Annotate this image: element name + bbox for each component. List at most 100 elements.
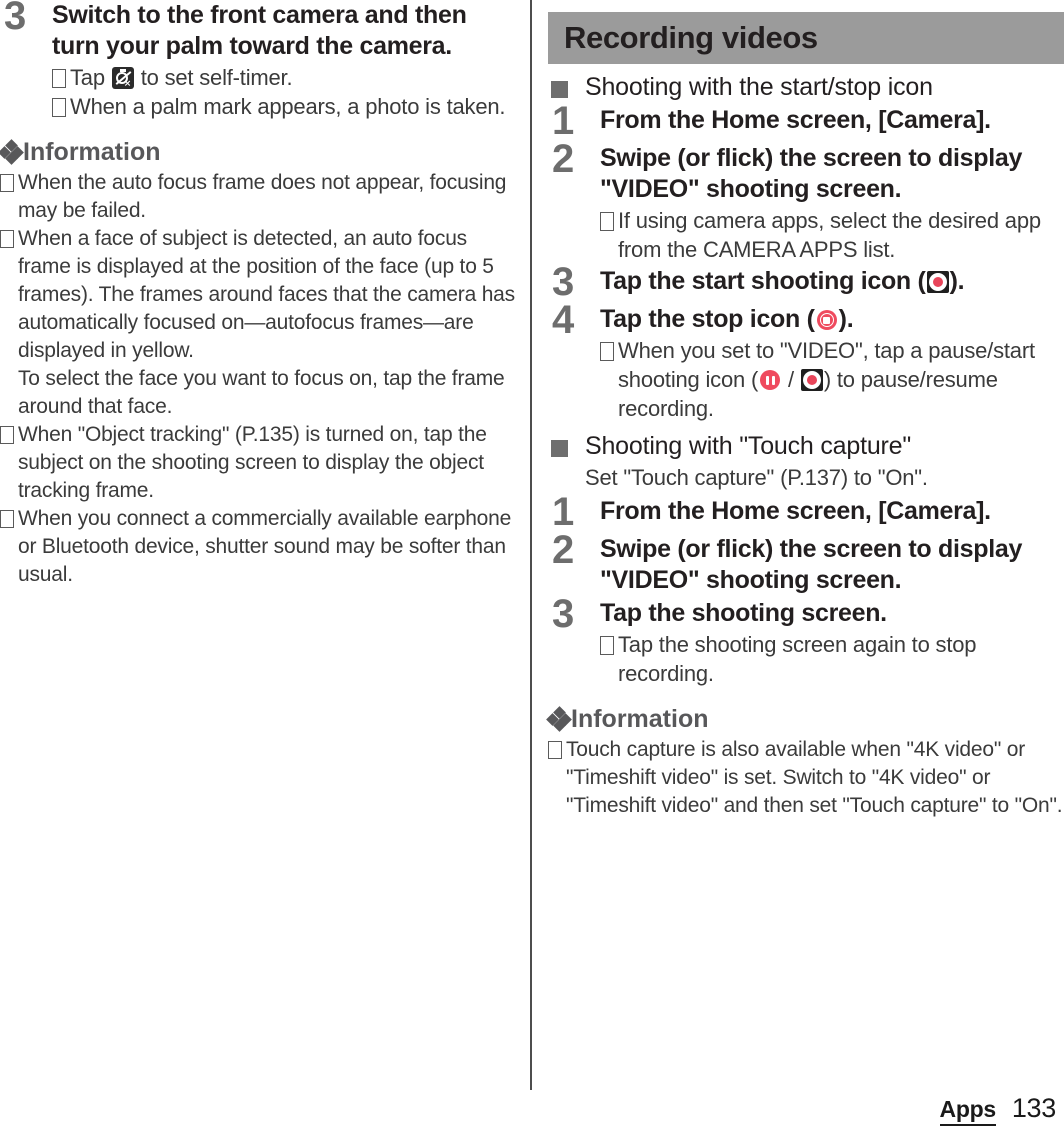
page-footer: Apps 133 bbox=[939, 1093, 1056, 1126]
section-subtitle: Set "Touch capture" (P.137) to "On". bbox=[585, 465, 928, 490]
footer-page-number: 133 bbox=[1011, 1093, 1056, 1123]
step-body: Swipe (or flick) the screen to display "… bbox=[600, 534, 1064, 596]
bullet-box-icon bbox=[0, 230, 14, 248]
bullet-text: If using camera apps, select the desired… bbox=[618, 208, 1041, 262]
step-title-pre: Tap the stop icon ( bbox=[600, 305, 815, 333]
info-item: Touch capture is also available when "4K… bbox=[548, 736, 1064, 820]
step-title: From the Home screen, [Camera]. bbox=[600, 497, 991, 525]
bullet-box-icon bbox=[600, 342, 614, 361]
step-bullets: Tap the shooting screen again to stop re… bbox=[600, 630, 1064, 688]
bullet-text: When a palm mark appears, a photo is tak… bbox=[70, 94, 506, 119]
column-divider bbox=[530, 0, 532, 1090]
section2-step-2: 2 Swipe (or flick) the screen to display… bbox=[548, 530, 1064, 596]
bullet-item: When you set to "VIDEO", tap a pause/sta… bbox=[600, 336, 1064, 423]
info-item: When "Object tracking" (P.135) is turned… bbox=[0, 421, 516, 505]
section2-step-3: 3 Tap the shooting screen. Tap the shoot… bbox=[548, 594, 1064, 688]
square-bullet-icon bbox=[551, 440, 568, 457]
section1-step-3: 3 Tap the start shooting icon (). bbox=[548, 262, 1064, 302]
section-heading-label: Shooting with the start/stop icon bbox=[585, 73, 933, 101]
bullet-box-icon bbox=[0, 426, 14, 444]
bullet-box-icon bbox=[600, 636, 614, 655]
footer-chapter-label: Apps bbox=[939, 1096, 996, 1126]
diamond-cluster-icon bbox=[0, 139, 24, 165]
information-heading-right: Information bbox=[546, 704, 1064, 734]
bullet-box-icon bbox=[52, 98, 66, 117]
info-item-text: When you connect a commercially availabl… bbox=[18, 507, 512, 586]
info-item-continuation: To select the face you want to focus on,… bbox=[18, 367, 505, 418]
step-title: Tap the stop icon (). bbox=[600, 304, 1064, 335]
step-title: Swipe (or flick) the screen to display "… bbox=[600, 535, 1023, 594]
step-number: 2 bbox=[552, 137, 574, 181]
chapter-banner-title: Recording videos bbox=[564, 20, 818, 55]
pause-recording-icon bbox=[759, 369, 781, 391]
step-title: Switch to the front camera and then turn… bbox=[52, 1, 467, 60]
step-title: Tap the shooting screen. bbox=[600, 599, 887, 627]
square-bullet-icon bbox=[551, 81, 568, 98]
step-number: 3 bbox=[552, 260, 574, 304]
information-heading-label: Information bbox=[571, 705, 709, 733]
step-title-post: ). bbox=[949, 267, 965, 295]
info-item: When you connect a commercially availabl… bbox=[0, 505, 516, 589]
bullet-box-icon bbox=[0, 510, 14, 528]
section-heading-label: Shooting with "Touch capture" bbox=[585, 432, 912, 460]
manual-page: 3 Switch to the front camera and then tu… bbox=[0, 0, 1064, 1134]
bullet-box-icon bbox=[600, 212, 614, 231]
step-body: Swipe (or flick) the screen to display "… bbox=[600, 143, 1064, 264]
step-bullets: If using camera apps, select the desired… bbox=[600, 206, 1064, 264]
info-item-text: When the auto focus frame does not appea… bbox=[18, 171, 507, 222]
section1-step-1: 1 From the Home screen, [Camera]. bbox=[548, 101, 1064, 141]
step-title-post: ). bbox=[838, 305, 854, 333]
info-item-text: Touch capture is also available when "4K… bbox=[566, 738, 1063, 817]
step-bullets: When you set to "VIDEO", tap a pause/sta… bbox=[600, 336, 1064, 423]
chapter-banner: Recording videos bbox=[548, 12, 1064, 64]
start-shooting-icon bbox=[926, 271, 949, 293]
information-list-left: When the auto focus frame does not appea… bbox=[0, 169, 516, 589]
information-heading-left: Information bbox=[0, 137, 516, 167]
bullet-item: If using camera apps, select the desired… bbox=[600, 206, 1064, 264]
bullet-text-pre: Tap bbox=[70, 65, 111, 90]
section2-step-1: 1 From the Home screen, [Camera]. bbox=[548, 492, 1064, 532]
info-item-text: When "Object tracking" (P.135) is turned… bbox=[18, 423, 487, 502]
step-number: 1 bbox=[552, 99, 574, 143]
step-title-pre: Tap the start shooting icon ( bbox=[600, 267, 926, 295]
step-3: 3 Switch to the front camera and then tu… bbox=[0, 0, 516, 121]
information-list-right: Touch capture is also available when "4K… bbox=[548, 736, 1064, 820]
diamond-cluster-icon bbox=[546, 706, 572, 732]
step-number: 3 bbox=[552, 592, 574, 636]
section1-step-2: 2 Swipe (or flick) the screen to display… bbox=[548, 139, 1064, 264]
bullet-box-icon bbox=[0, 174, 14, 192]
step-title: Swipe (or flick) the screen to display "… bbox=[600, 144, 1023, 203]
section-heading-start-stop: Shooting with the start/stop icon bbox=[548, 71, 1064, 103]
step-body: From the Home screen, [Camera]. bbox=[600, 105, 1064, 136]
stop-recording-icon bbox=[816, 309, 838, 331]
step-number: 3 bbox=[4, 0, 26, 38]
bullet-text: When you set to "VIDEO", tap a pause/sta… bbox=[618, 336, 1064, 423]
right-column: Recording videos Shooting with the start… bbox=[546, 0, 1064, 820]
step-number: 1 bbox=[552, 490, 574, 534]
bullet-box-icon bbox=[52, 69, 66, 88]
section-heading-touch-capture: Shooting with "Touch capture" bbox=[548, 430, 1064, 462]
bullet-item: Tap × to set self-timer. bbox=[52, 63, 516, 92]
left-column: 3 Switch to the front camera and then tu… bbox=[0, 0, 516, 589]
step-title: From the Home screen, [Camera]. bbox=[600, 106, 991, 134]
step-body: Tap the shooting screen. Tap the shootin… bbox=[600, 598, 1064, 688]
step-number: 4 bbox=[552, 298, 574, 342]
bullet-text: Tap × to set self-timer. bbox=[70, 63, 516, 92]
step-number: 2 bbox=[552, 528, 574, 572]
step-body: Switch to the front camera and then turn… bbox=[52, 0, 516, 121]
bullet-text-post: to set self-timer. bbox=[134, 65, 293, 90]
step-bullets: Tap × to set self-timer. When a palm mar… bbox=[52, 63, 516, 121]
bullet-box-icon bbox=[548, 741, 562, 759]
bullet-seg-2: / bbox=[782, 367, 800, 392]
step-body: Tap the stop icon (). When you set to "V… bbox=[600, 304, 1064, 423]
section1-step-4: 4 Tap the stop icon (). When you set to … bbox=[548, 300, 1064, 423]
information-heading-label: Information bbox=[23, 138, 161, 166]
start-shooting-icon bbox=[800, 369, 823, 391]
bullet-item: When a palm mark appears, a photo is tak… bbox=[52, 92, 516, 121]
step-title: Tap the start shooting icon (). bbox=[600, 266, 1064, 297]
step-body: From the Home screen, [Camera]. bbox=[600, 496, 1064, 527]
self-timer-off-icon: × bbox=[111, 67, 134, 89]
bullet-item: Tap the shooting screen again to stop re… bbox=[600, 630, 1064, 688]
bullet-text: Tap the shooting screen again to stop re… bbox=[618, 632, 977, 686]
info-item-text: When a face of subject is detected, an a… bbox=[18, 227, 515, 362]
